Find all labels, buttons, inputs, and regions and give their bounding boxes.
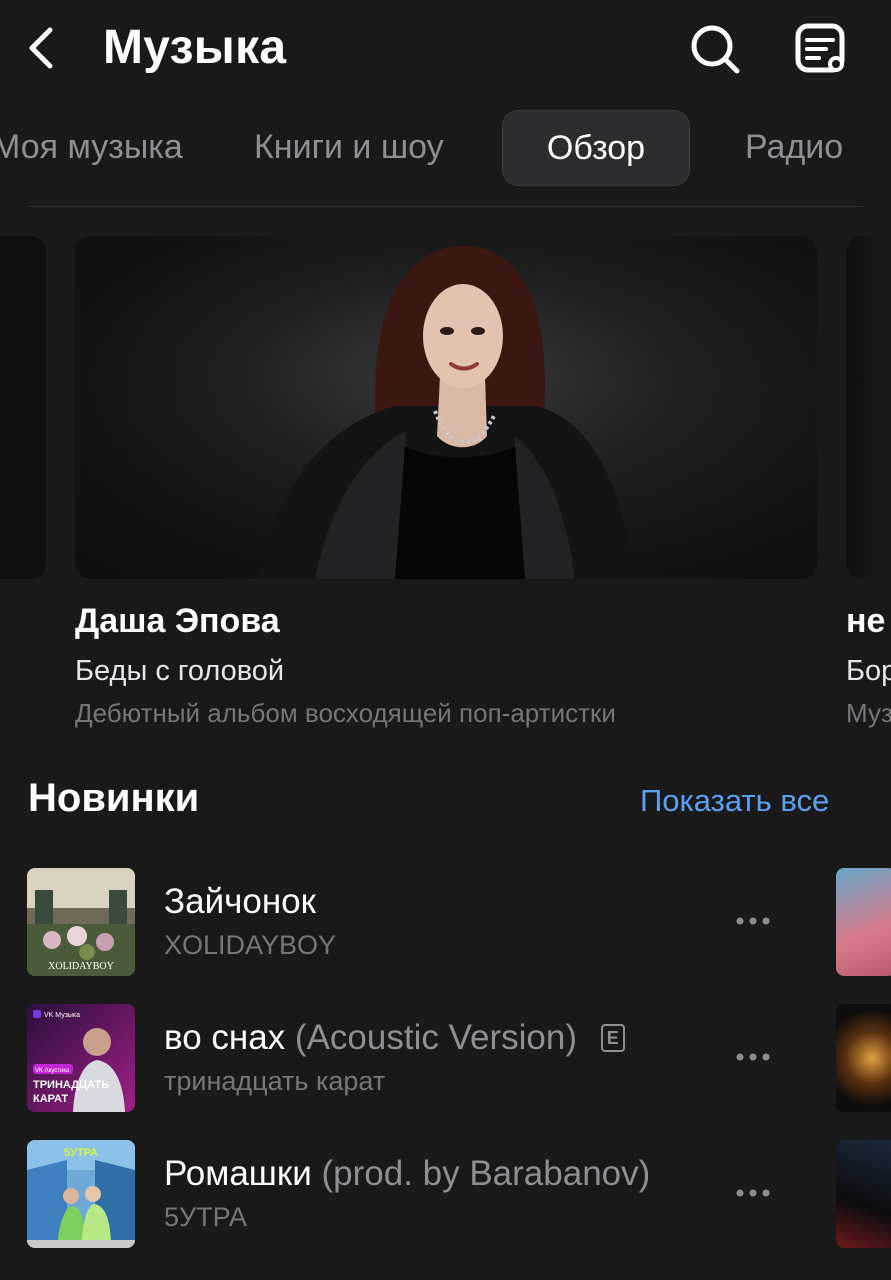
track-title-suffix: (prod. by Barabanov): [321, 1154, 651, 1193]
playlist-icon: [795, 23, 845, 73]
cover-caption: 5УТРА: [64, 1147, 98, 1159]
chevron-left-icon: [29, 27, 53, 69]
featured-carousel[interactable]: Даша Эпова Беды с головой Дебютный альбо…: [0, 236, 891, 736]
tab-radio[interactable]: Радио: [745, 110, 843, 184]
explicit-badge: E: [600, 1024, 625, 1052]
track-cover[interactable]: XOLIDAYBOY: [27, 868, 135, 976]
next-column-cover[interactable]: [836, 1140, 891, 1248]
more-icon: [736, 1053, 770, 1061]
featured-description: Дебютный альбом восходящей поп-артистки: [75, 698, 616, 728]
track-artist[interactable]: 5УТРА: [164, 1202, 247, 1233]
more-options-button[interactable]: [732, 1044, 774, 1070]
next-column-cover[interactable]: [836, 868, 891, 976]
tab-my-music[interactable]: Моя музыка: [0, 110, 183, 184]
track-cover[interactable]: 5УТРА: [27, 1140, 135, 1248]
svg-text:ТРИНАДЦАТЬ: ТРИНАДЦАТЬ: [33, 1079, 109, 1091]
track-row[interactable]: VK Музыка VK Акустика ТРИНАДЦАТЬ КАРАТ в…: [0, 1004, 891, 1114]
track-title: во снах (Acoustic Version) E: [164, 1018, 625, 1058]
search-button[interactable]: [686, 20, 744, 78]
next-featured-artist[interactable]: не: [846, 602, 885, 641]
featured-artist[interactable]: Даша Эпова: [75, 602, 280, 641]
track-title-text: во снах: [164, 1018, 286, 1057]
playlist-button[interactable]: [792, 20, 852, 78]
cover-caption: XOLIDAYBOY: [48, 961, 114, 972]
track-cover[interactable]: VK Музыка VK Акустика ТРИНАДЦАТЬ КАРАТ: [27, 1004, 135, 1112]
track-cover-art: XOLIDAYBOY: [27, 868, 135, 976]
track-cover-art: 5УТРА: [27, 1140, 135, 1248]
tab-overview[interactable]: Обзор: [502, 110, 690, 186]
track-row[interactable]: 5УТРА Ромашки (prod. by Barabanov) 5УТРА: [0, 1140, 891, 1250]
back-button[interactable]: [22, 22, 62, 74]
track-artist[interactable]: тринадцать карат: [164, 1066, 385, 1097]
header: Музыка: [0, 0, 891, 100]
previous-banner-image[interactable]: [0, 236, 46, 579]
track-title: Зайчонок: [164, 882, 316, 922]
next-banner-image[interactable]: [846, 236, 891, 579]
search-icon: [691, 25, 740, 74]
more-icon: [736, 1189, 770, 1197]
next-featured-album[interactable]: Бор: [846, 655, 891, 688]
tabs-divider: [28, 206, 863, 207]
show-all-link[interactable]: Показать все: [640, 783, 829, 819]
page-title: Музыка: [103, 21, 287, 74]
track-cover-art: VK Музыка VK Акустика ТРИНАДЦАТЬ КАРАТ: [27, 1004, 135, 1112]
track-title: Ромашки (prod. by Barabanov): [164, 1154, 650, 1194]
section-title-new-releases: Новинки: [28, 776, 200, 820]
track-title-suffix: (Acoustic Version): [294, 1018, 577, 1057]
track-row[interactable]: XOLIDAYBOY Зайчонок XOLIDAYBOY: [0, 868, 891, 978]
next-featured-description: Муз: [846, 698, 891, 728]
more-options-button[interactable]: [732, 1180, 774, 1206]
cover-brand: VK Музыка: [44, 1012, 80, 1019]
tab-books-shows[interactable]: Книги и шоу: [254, 110, 444, 184]
section-tabs: Моя музыка Книги и шоу Обзор Радио: [0, 110, 891, 186]
track-title-text: Зайчонок: [164, 882, 316, 921]
more-options-button[interactable]: [732, 908, 774, 934]
featured-album[interactable]: Беды с головой: [75, 655, 284, 688]
more-icon: [736, 917, 770, 925]
featured-banner-image[interactable]: [75, 236, 817, 579]
cover-tag: VK Акустика: [35, 1068, 70, 1074]
track-title-text: Ромашки: [164, 1154, 312, 1193]
artist-photo: [75, 236, 817, 579]
next-column-cover[interactable]: [836, 1004, 891, 1112]
track-artist[interactable]: XOLIDAYBOY: [164, 930, 336, 961]
svg-text:КАРАТ: КАРАТ: [33, 1093, 68, 1105]
